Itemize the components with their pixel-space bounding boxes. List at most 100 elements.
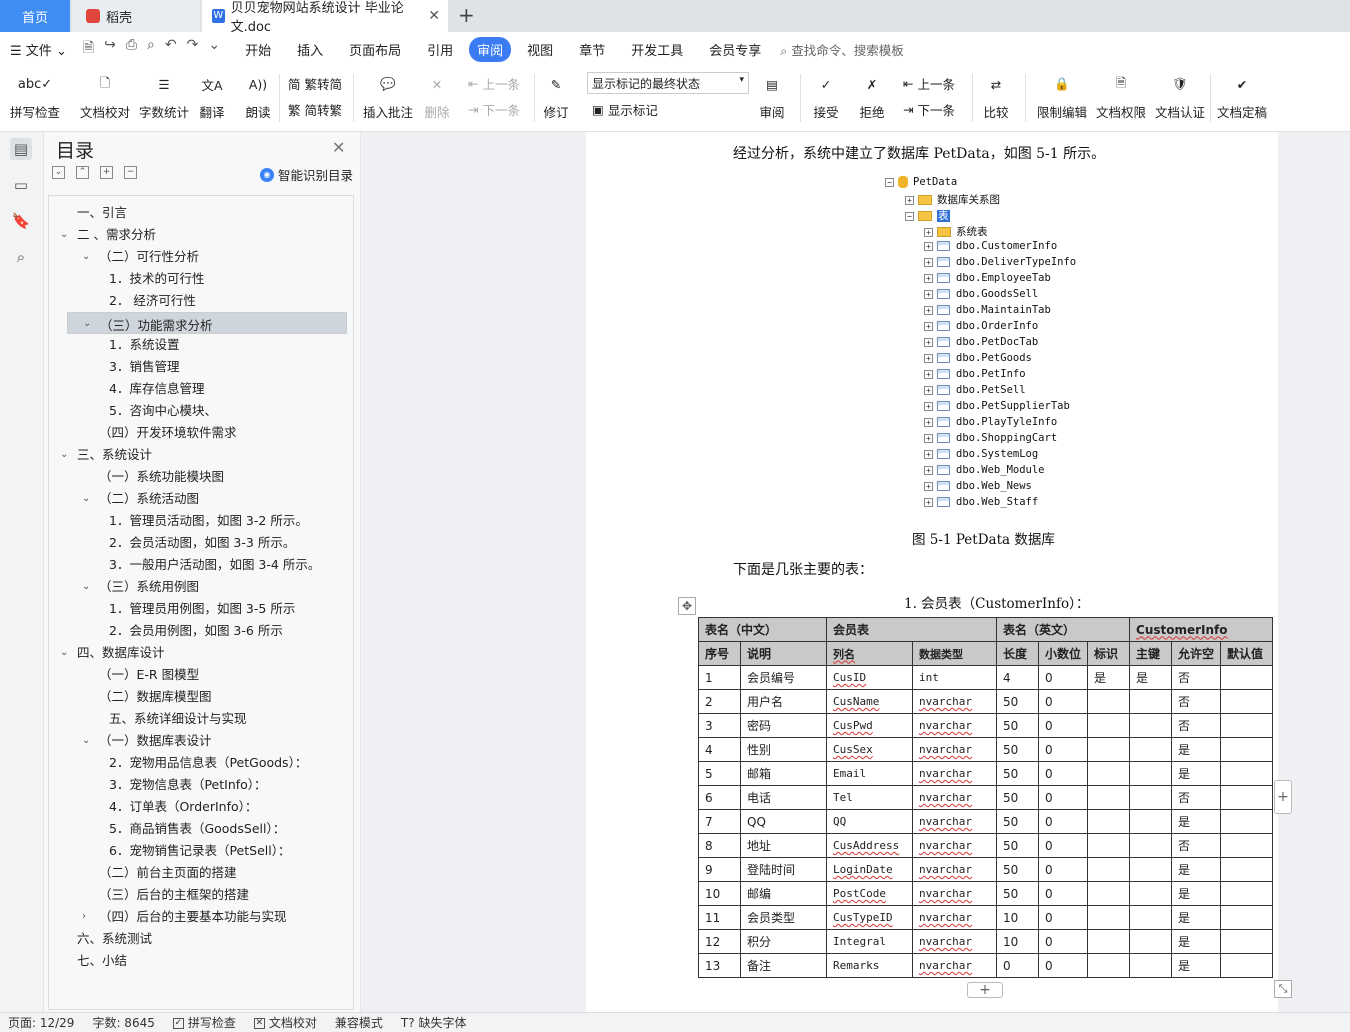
menu-item[interactable]: 章节 [569, 40, 615, 59]
tree-table-item[interactable]: + dbo.PetGoods [924, 352, 1032, 364]
table-cell[interactable]: 数据类型 [912, 641, 997, 666]
table-cell[interactable]: Email [826, 761, 913, 786]
table-cell[interactable]: 说明 [740, 641, 827, 666]
toc-item[interactable]: 4．库存信息管理 [109, 378, 204, 400]
track-changes-button[interactable]: ✎ 修订 [542, 70, 570, 121]
expand-toggle-icon[interactable]: + [924, 289, 933, 299]
table-cell[interactable] [1220, 905, 1274, 930]
table-cell[interactable]: 是 [1171, 857, 1222, 882]
tree-table-item[interactable]: + dbo.Web_Staff [924, 496, 1038, 508]
move-table-icon[interactable]: ✥ [678, 597, 696, 615]
chevron-down-icon[interactable]: ⌄ [82, 246, 90, 268]
tree-table-item[interactable]: + dbo.PetDocTab [924, 336, 1038, 348]
toc-item[interactable]: 2．会员用例图，如图 3-6 所示 [109, 620, 283, 642]
table-cell[interactable]: 50 [996, 713, 1039, 738]
tree-table-item[interactable]: + dbo.PetInfo [924, 368, 1026, 380]
command-search[interactable]: ⌕ 查找命令、搜索模板 [780, 40, 904, 59]
table-cell[interactable]: 0 [1037, 881, 1089, 906]
prev-comment-button[interactable]: ⇤ 上一条 [468, 74, 520, 93]
table-cell[interactable]: 列名 [826, 641, 913, 666]
toc-item[interactable]: 1．技术的可行性 [109, 268, 204, 290]
toc-item[interactable]: 6．宠物销售记录表（PetSell）： [109, 840, 290, 862]
next-revision-button[interactable]: ⇥ 下一条 [903, 100, 955, 119]
table-cell[interactable]: 表名（中文） [698, 617, 827, 642]
undo-icon[interactable]: ↶ [165, 37, 177, 61]
expand-toggle-icon[interactable]: + [924, 227, 933, 237]
table-cell[interactable] [1087, 737, 1131, 762]
toc-item[interactable]: ⌄ 三、系统设计 [60, 444, 152, 466]
toc-item[interactable]: 2．会员活动图，如图 3-3 所示。 [109, 532, 295, 554]
table-cell[interactable]: 1 [698, 665, 741, 690]
translate-button[interactable]: 文A 翻译 [198, 70, 226, 121]
chevron-down-icon[interactable]: ⌄ [83, 313, 91, 335]
chevron-down-icon[interactable]: ⌄ [60, 224, 68, 246]
accept-button[interactable]: ✓ 接受 [812, 70, 840, 121]
table-cell[interactable] [1087, 713, 1131, 738]
table-cell[interactable] [1129, 809, 1173, 834]
prev-revision-button[interactable]: ⇤ 上一条 [903, 74, 955, 93]
toc-item[interactable]: 3．一般用户活动图，如图 3-4 所示。 [109, 554, 320, 576]
toc-item[interactable]: ⌄ （二）系统活动图 [82, 488, 199, 510]
tab-home[interactable]: 首页 [0, 0, 70, 32]
table-cell[interactable]: CusAddress [826, 833, 913, 858]
table-cell[interactable]: 会员编号 [740, 665, 827, 690]
table-cell[interactable]: 否 [1171, 713, 1222, 738]
doc-permission-button[interactable]: 🗎 文档权限 [1096, 70, 1146, 121]
table-cell[interactable]: 是 [1087, 665, 1131, 690]
toc-item[interactable]: （二）数据库模型图 [99, 686, 212, 708]
toc-item[interactable]: 一、引言 [77, 202, 127, 224]
table-cell[interactable]: Remarks [826, 953, 913, 978]
table-cell[interactable]: 是 [1171, 953, 1222, 978]
table-cell[interactable] [1129, 857, 1173, 882]
toc-item[interactable]: 六、系统测试 [77, 928, 152, 950]
toc-item[interactable]: 1．管理员活动图，如图 3-2 所示。 [109, 510, 308, 532]
toc-item[interactable]: ⌄ 四、数据库设计 [60, 642, 165, 664]
expand-toggle-icon[interactable]: + [924, 305, 933, 315]
menu-item[interactable]: 视图 [517, 40, 563, 59]
table-cell[interactable]: 长度 [996, 641, 1039, 666]
table-cell[interactable]: 0 [996, 953, 1039, 978]
tree-table-item[interactable]: + dbo.MaintainTab [924, 304, 1051, 316]
table-cell[interactable]: 密码 [740, 713, 827, 738]
toc-item[interactable]: ⌄ （二）可行性分析 [82, 246, 199, 268]
table-cell[interactable] [1220, 785, 1274, 810]
table-cell[interactable]: int [912, 665, 997, 690]
table-cell[interactable]: 5 [698, 761, 741, 786]
tree-table-item[interactable]: + dbo.Web_Module [924, 464, 1045, 476]
expand-toggle-icon[interactable]: + [924, 433, 933, 443]
table-cell[interactable]: 性别 [740, 737, 827, 762]
table-cell[interactable]: nvarchar [912, 833, 997, 858]
toc-item[interactable]: 5．商品销售表（GoodsSell）： [109, 818, 285, 840]
toc-item[interactable]: ⌄ （三）系统用例图 [82, 576, 199, 598]
table-cell[interactable]: 序号 [698, 641, 741, 666]
toc-item[interactable]: › （四）后台的主要基本功能与实现 [82, 906, 287, 928]
table-cell[interactable] [1129, 833, 1173, 858]
table-cell[interactable]: nvarchar [912, 713, 997, 738]
table-cell[interactable] [1087, 929, 1131, 954]
table-cell[interactable]: 会员表 [826, 617, 997, 642]
table-cell[interactable] [1220, 929, 1274, 954]
bookmark-icon[interactable]: 🔖 [10, 210, 32, 232]
table-cell[interactable]: 0 [1037, 953, 1089, 978]
toc-item[interactable]: 3．宠物信息表（PetInfo）： [109, 774, 267, 796]
tree-table-item[interactable]: + dbo.ShoppingCart [924, 432, 1057, 444]
expand-up-icon[interactable]: ⌃ [76, 166, 89, 179]
table-cell[interactable]: 0 [1037, 713, 1089, 738]
remove-heading-icon[interactable]: − [124, 166, 137, 179]
table-cell[interactable]: 9 [698, 857, 741, 882]
menu-item[interactable]: 插入 [287, 40, 333, 59]
table-cell[interactable]: CusTypeID [826, 905, 913, 930]
table-cell[interactable]: 邮箱 [740, 761, 827, 786]
table-cell[interactable] [1220, 713, 1274, 738]
collapse-all-icon[interactable]: ⌄ [52, 166, 65, 179]
word-count-indicator[interactable]: 字数: 8645 [92, 1014, 154, 1031]
table-cell[interactable]: nvarchar [912, 953, 997, 978]
table-cell[interactable]: 0 [1037, 929, 1089, 954]
chevron-down-icon[interactable]: ⌄ [82, 730, 90, 752]
table-cell[interactable] [1220, 689, 1274, 714]
preview-icon[interactable]: ⌕ [147, 37, 155, 61]
status-spell-check[interactable]: ✓ 拼写检查 [172, 1014, 236, 1031]
table-cell[interactable]: 10 [996, 929, 1039, 954]
expand-toggle-icon[interactable]: + [924, 401, 933, 411]
toc-item[interactable]: （四）开发环境软件需求 [99, 422, 237, 444]
